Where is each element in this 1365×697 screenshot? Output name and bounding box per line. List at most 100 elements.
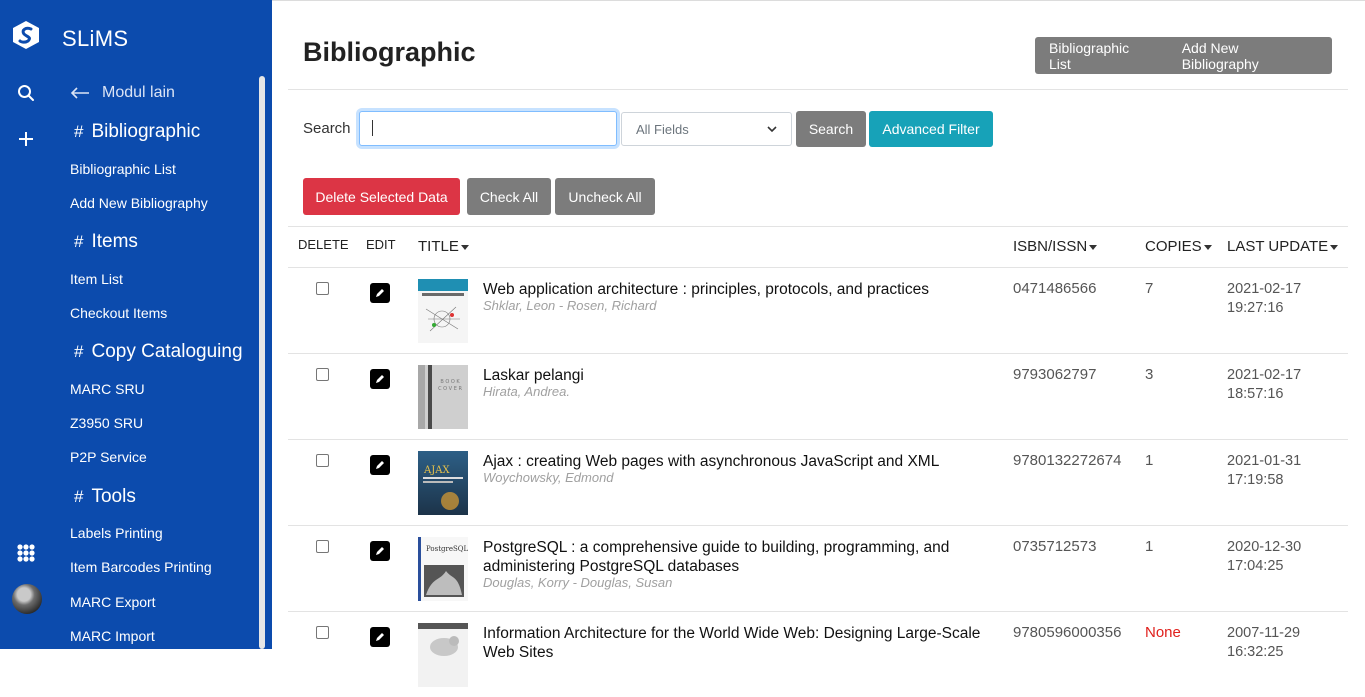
- row-select-checkbox[interactable]: [316, 368, 329, 381]
- book-cover-placeholder: B O O KC O V E R: [418, 365, 468, 429]
- pencil-icon: [376, 375, 384, 383]
- isbn-value: 9793062797: [1013, 366, 1097, 383]
- svg-text:B O O K: B O O K: [440, 379, 460, 385]
- sidebar-item-marc-export[interactable]: MARC Export: [70, 594, 156, 610]
- divider: [288, 89, 1348, 90]
- svg-text:PostgreSQL: PostgreSQL: [426, 545, 468, 553]
- sort-caret-icon: [460, 244, 469, 250]
- last-update-value: 2021-02-17 18:57:16: [1227, 367, 1302, 402]
- sidebar-item-checkout-items[interactable]: Checkout Items: [70, 305, 167, 321]
- bibliographic-list-button[interactable]: Bibliographic List: [1035, 40, 1168, 72]
- table-row: AJAX Ajax : creating Web pages with asyn…: [288, 439, 1348, 525]
- last-update-value: 2021-02-17 19:27:16: [1227, 281, 1302, 316]
- section-bibliographic: # Bibliographic: [74, 121, 201, 142]
- last-update-value: 2007-11-29 16:32:25: [1227, 625, 1301, 660]
- book-author: Woychowsky, Edmond: [483, 470, 614, 485]
- page-title: Bibliographic: [303, 37, 476, 67]
- uncheck-all-button[interactable]: Uncheck All: [555, 178, 655, 215]
- slims-logo-icon[interactable]: [12, 20, 40, 50]
- sidebar-item-labels-printing[interactable]: Labels Printing: [70, 525, 163, 541]
- copies-value: 7: [1145, 280, 1154, 297]
- row-select-checkbox[interactable]: [316, 454, 329, 467]
- advanced-filter-button[interactable]: Advanced Filter: [869, 111, 993, 147]
- isbn-value: 9780596000356: [1013, 624, 1122, 641]
- last-update-value: 2021-01-31 17:19:58: [1227, 453, 1302, 488]
- svg-text:AJAX: AJAX: [423, 465, 450, 476]
- sidebar-item-marc-sru[interactable]: MARC SRU: [70, 381, 145, 397]
- back-label: Modul lain: [102, 84, 175, 101]
- sidebar-item-marc-import[interactable]: MARC Import: [70, 628, 155, 644]
- book-cover-image: PostgreSQL: [418, 537, 468, 601]
- column-header-copies[interactable]: COPIES: [1145, 238, 1212, 255]
- column-header-edit: EDIT: [366, 237, 396, 252]
- divider: [288, 226, 1348, 227]
- sidebar-item-item-barcodes-printing[interactable]: Item Barcodes Printing: [70, 559, 212, 575]
- edit-button[interactable]: [370, 455, 390, 475]
- text-caret: [372, 120, 373, 136]
- copies-value: None: [1145, 624, 1181, 641]
- column-header-title[interactable]: TITLE: [418, 238, 469, 255]
- search-field-select[interactable]: All Fields: [621, 112, 792, 146]
- isbn-value: 0735712573: [1013, 538, 1097, 555]
- sidebar-item-add-new-bibliography[interactable]: Add New Bibliography: [70, 195, 208, 211]
- table-row: Web application architecture : principle…: [288, 267, 1348, 353]
- sort-caret-icon: [1330, 244, 1339, 250]
- user-avatar[interactable]: [12, 584, 42, 614]
- sidebar-item-bibliographic-list[interactable]: Bibliographic List: [70, 161, 176, 177]
- chevron-down-icon: [767, 125, 777, 132]
- table-row: PostgreSQL PostgreSQL : a comprehensive …: [288, 525, 1348, 611]
- book-title-link[interactable]: PostgreSQL : a comprehensive guide to bu…: [483, 538, 983, 576]
- row-select-checkbox[interactable]: [316, 282, 329, 295]
- isbn-value: 9780132272674: [1013, 452, 1122, 469]
- delete-selected-button[interactable]: Delete Selected Data: [303, 178, 460, 215]
- sidebar-scrollbar[interactable]: [259, 76, 265, 649]
- pencil-icon: [376, 461, 384, 469]
- book-title-link[interactable]: Laskar pelangi: [483, 366, 983, 385]
- row-select-checkbox[interactable]: [316, 540, 329, 553]
- book-author: Shklar, Leon - Rosen, Richard: [483, 298, 657, 313]
- sidebar-item-item-list[interactable]: Item List: [70, 271, 123, 287]
- isbn-value: 0471486566: [1013, 280, 1097, 297]
- sidebar-item-p2p-service[interactable]: P2P Service: [70, 449, 147, 465]
- plus-icon[interactable]: [14, 127, 38, 151]
- header-actions: Bibliographic List Add New Bibliography: [1035, 37, 1332, 74]
- add-new-bibliography-button[interactable]: Add New Bibliography: [1168, 40, 1332, 72]
- copies-value: 1: [1145, 538, 1154, 555]
- column-header-last-update[interactable]: LAST UPDATE: [1227, 238, 1339, 255]
- edit-button[interactable]: [370, 627, 390, 647]
- column-header-isbn[interactable]: ISBN/ISSN: [1013, 238, 1098, 255]
- row-select-checkbox[interactable]: [316, 626, 329, 639]
- arrow-left-icon: [70, 87, 89, 99]
- pencil-icon: [376, 547, 384, 555]
- search-input[interactable]: [359, 111, 617, 146]
- grid-apps-icon[interactable]: [14, 541, 38, 565]
- book-cover-image: AJAX: [418, 451, 468, 515]
- edit-button[interactable]: [370, 369, 390, 389]
- book-title-link[interactable]: Web application architecture : principle…: [483, 280, 983, 299]
- pencil-icon: [376, 289, 384, 297]
- copies-value: 3: [1145, 366, 1154, 383]
- table-row: B O O KC O V E R Laskar pelangi Hirata, …: [288, 353, 1348, 439]
- column-header-delete: DELETE: [298, 237, 349, 252]
- edit-button[interactable]: [370, 541, 390, 561]
- back-to-modules-link[interactable]: Modul lain: [70, 84, 175, 102]
- sort-caret-icon: [1089, 244, 1098, 250]
- main-content: Bibliographic Bibliographic List Add New…: [272, 0, 1365, 687]
- book-cover-image: [418, 623, 468, 687]
- book-title-link[interactable]: Ajax : creating Web pages with asynchron…: [483, 452, 983, 471]
- last-update-value: 2020-12-30 17:04:25: [1227, 539, 1302, 574]
- search-icon[interactable]: [14, 81, 38, 105]
- table-row: Information Architecture for the World W…: [288, 611, 1348, 697]
- edit-button[interactable]: [370, 283, 390, 303]
- check-all-button[interactable]: Check All: [467, 178, 551, 215]
- sort-caret-icon: [1203, 244, 1212, 250]
- book-author: Hirata, Andrea.: [483, 384, 570, 399]
- sidebar: SLiMS Modul lain # Bibliographic Bibliogr…: [0, 0, 272, 649]
- book-author: Douglas, Korry - Douglas, Susan: [483, 575, 673, 590]
- book-title-link[interactable]: Information Architecture for the World W…: [483, 624, 983, 662]
- app-name[interactable]: SLiMS: [62, 26, 128, 52]
- section-tools: # Tools: [74, 486, 136, 507]
- sidebar-item-z3950-sru[interactable]: Z3950 SRU: [70, 415, 143, 431]
- search-button[interactable]: Search: [796, 111, 866, 147]
- copies-value: 1: [1145, 452, 1154, 469]
